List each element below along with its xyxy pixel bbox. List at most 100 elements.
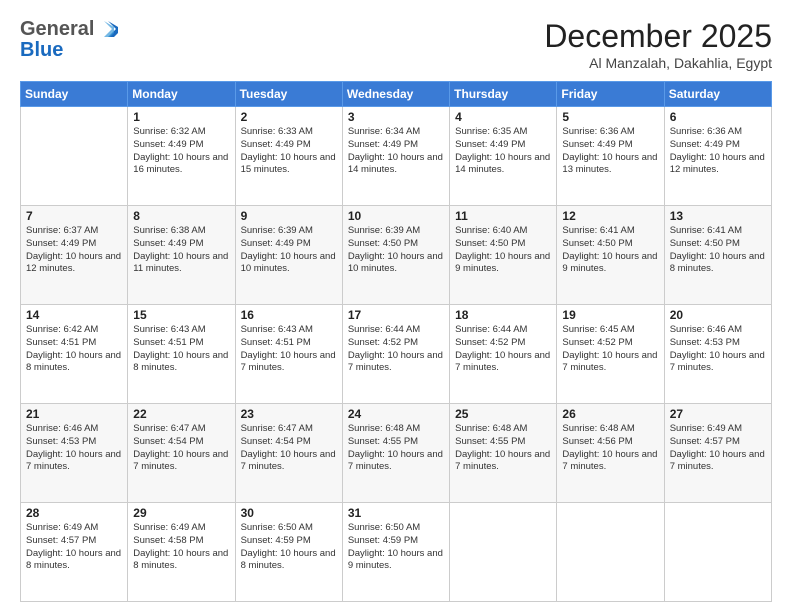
day-cell: 20 Sunrise: 6:46 AM Sunset: 4:53 PM Dayli…	[664, 305, 771, 404]
day-cell: 26Sunrise: 6:48 AM Sunset: 4:56 PM Dayli…	[557, 404, 664, 503]
day-cell: 6 Sunrise: 6:36 AM Sunset: 4:49 PM Daylig…	[664, 107, 771, 206]
day-info: Sunrise: 6:36 AM Sunset: 4:49 PM Dayligh…	[670, 126, 766, 177]
weekday-wednesday: Wednesday	[342, 82, 449, 107]
day-cell: 3Sunrise: 6:34 AM Sunset: 4:49 PM Daylig…	[342, 107, 449, 206]
day-cell	[557, 503, 664, 602]
day-number: 22	[133, 407, 229, 421]
day-cell: 15 Sunrise: 6:43 AM Sunset: 4:51 PM Dayli…	[128, 305, 235, 404]
day-cell: 13 Sunrise: 6:41 AM Sunset: 4:50 PM Dayli…	[664, 206, 771, 305]
weekday-thursday: Thursday	[450, 82, 557, 107]
day-cell: 14Sunrise: 6:42 AM Sunset: 4:51 PM Dayli…	[21, 305, 128, 404]
day-cell: 19 Sunrise: 6:45 AM Sunset: 4:52 PM Dayli…	[557, 305, 664, 404]
day-number: 21	[26, 407, 122, 421]
day-info: Sunrise: 6:47 AM Sunset: 4:54 PM Dayligh…	[133, 423, 229, 474]
calendar-table: SundayMondayTuesdayWednesdayThursdayFrid…	[20, 81, 772, 602]
day-number: 26	[562, 407, 658, 421]
header: General Blue December 2025 Al Manzalah, …	[20, 18, 772, 71]
day-number: 8	[133, 209, 229, 223]
day-cell: 1 Sunrise: 6:32 AM Sunset: 4:49 PM Daylig…	[128, 107, 235, 206]
day-info: Sunrise: 6:45 AM Sunset: 4:52 PM Dayligh…	[562, 324, 658, 375]
logo-blue: Blue	[20, 39, 63, 62]
day-number: 1	[133, 110, 229, 124]
day-cell: 25Sunrise: 6:48 AM Sunset: 4:55 PM Dayli…	[450, 404, 557, 503]
day-info: Sunrise: 6:33 AM Sunset: 4:49 PM Dayligh…	[241, 126, 337, 177]
day-info: Sunrise: 6:46 AM Sunset: 4:53 PM Dayligh…	[26, 423, 122, 474]
week-row-3: 14Sunrise: 6:42 AM Sunset: 4:51 PM Dayli…	[21, 305, 772, 404]
day-cell: 21 Sunrise: 6:46 AM Sunset: 4:53 PM Dayli…	[21, 404, 128, 503]
day-number: 15	[133, 308, 229, 322]
day-number: 16	[241, 308, 337, 322]
day-number: 4	[455, 110, 551, 124]
day-cell: 24 Sunrise: 6:48 AM Sunset: 4:55 PM Dayli…	[342, 404, 449, 503]
day-cell: 16 Sunrise: 6:43 AM Sunset: 4:51 PM Dayli…	[235, 305, 342, 404]
day-cell: 2 Sunrise: 6:33 AM Sunset: 4:49 PM Daylig…	[235, 107, 342, 206]
day-cell: 31Sunrise: 6:50 AM Sunset: 4:59 PM Dayli…	[342, 503, 449, 602]
day-number: 12	[562, 209, 658, 223]
logo-general: General	[20, 18, 94, 41]
page: General Blue December 2025 Al Manzalah, …	[0, 0, 792, 612]
day-info: Sunrise: 6:41 AM Sunset: 4:50 PM Dayligh…	[562, 225, 658, 276]
day-cell: 29Sunrise: 6:49 AM Sunset: 4:58 PM Dayli…	[128, 503, 235, 602]
day-cell: 22 Sunrise: 6:47 AM Sunset: 4:54 PM Dayli…	[128, 404, 235, 503]
day-cell: 4 Sunrise: 6:35 AM Sunset: 4:49 PM Daylig…	[450, 107, 557, 206]
day-cell: 5 Sunrise: 6:36 AM Sunset: 4:49 PM Daylig…	[557, 107, 664, 206]
day-info: Sunrise: 6:32 AM Sunset: 4:49 PM Dayligh…	[133, 126, 229, 177]
weekday-monday: Monday	[128, 82, 235, 107]
day-info: Sunrise: 6:47 AM Sunset: 4:54 PM Dayligh…	[241, 423, 337, 474]
day-cell: 8Sunrise: 6:38 AM Sunset: 4:49 PM Daylig…	[128, 206, 235, 305]
day-cell: 9Sunrise: 6:39 AM Sunset: 4:49 PM Daylig…	[235, 206, 342, 305]
day-info: Sunrise: 6:36 AM Sunset: 4:49 PM Dayligh…	[562, 126, 658, 177]
day-info: Sunrise: 6:44 AM Sunset: 4:52 PM Dayligh…	[348, 324, 444, 375]
month-title: December 2025	[544, 18, 772, 55]
day-number: 24	[348, 407, 444, 421]
day-cell: 11 Sunrise: 6:40 AM Sunset: 4:50 PM Dayli…	[450, 206, 557, 305]
day-cell: 18 Sunrise: 6:44 AM Sunset: 4:52 PM Dayli…	[450, 305, 557, 404]
day-number: 20	[670, 308, 766, 322]
day-info: Sunrise: 6:44 AM Sunset: 4:52 PM Dayligh…	[455, 324, 551, 375]
day-number: 23	[241, 407, 337, 421]
day-number: 28	[26, 506, 122, 520]
location: Al Manzalah, Dakahlia, Egypt	[544, 55, 772, 71]
day-info: Sunrise: 6:43 AM Sunset: 4:51 PM Dayligh…	[241, 324, 337, 375]
day-number: 19	[562, 308, 658, 322]
day-number: 18	[455, 308, 551, 322]
day-info: Sunrise: 6:46 AM Sunset: 4:53 PM Dayligh…	[670, 324, 766, 375]
day-number: 6	[670, 110, 766, 124]
day-info: Sunrise: 6:39 AM Sunset: 4:50 PM Dayligh…	[348, 225, 444, 276]
day-number: 29	[133, 506, 229, 520]
day-info: Sunrise: 6:40 AM Sunset: 4:50 PM Dayligh…	[455, 225, 551, 276]
weekday-saturday: Saturday	[664, 82, 771, 107]
weekday-tuesday: Tuesday	[235, 82, 342, 107]
week-row-4: 21 Sunrise: 6:46 AM Sunset: 4:53 PM Dayli…	[21, 404, 772, 503]
day-cell: 12 Sunrise: 6:41 AM Sunset: 4:50 PM Dayli…	[557, 206, 664, 305]
day-info: Sunrise: 6:48 AM Sunset: 4:55 PM Dayligh…	[348, 423, 444, 474]
day-number: 2	[241, 110, 337, 124]
day-cell	[21, 107, 128, 206]
day-cell: 7Sunrise: 6:37 AM Sunset: 4:49 PM Daylig…	[21, 206, 128, 305]
weekday-friday: Friday	[557, 82, 664, 107]
weekday-sunday: Sunday	[21, 82, 128, 107]
day-info: Sunrise: 6:50 AM Sunset: 4:59 PM Dayligh…	[348, 522, 444, 573]
day-number: 10	[348, 209, 444, 223]
day-number: 25	[455, 407, 551, 421]
day-number: 9	[241, 209, 337, 223]
week-row-2: 7Sunrise: 6:37 AM Sunset: 4:49 PM Daylig…	[21, 206, 772, 305]
day-cell: 23 Sunrise: 6:47 AM Sunset: 4:54 PM Dayli…	[235, 404, 342, 503]
day-number: 13	[670, 209, 766, 223]
day-info: Sunrise: 6:34 AM Sunset: 4:49 PM Dayligh…	[348, 126, 444, 177]
day-cell: 10 Sunrise: 6:39 AM Sunset: 4:50 PM Dayli…	[342, 206, 449, 305]
day-number: 5	[562, 110, 658, 124]
weekday-header-row: SundayMondayTuesdayWednesdayThursdayFrid…	[21, 82, 772, 107]
day-number: 11	[455, 209, 551, 223]
day-info: Sunrise: 6:49 AM Sunset: 4:57 PM Dayligh…	[670, 423, 766, 474]
day-info: Sunrise: 6:43 AM Sunset: 4:51 PM Dayligh…	[133, 324, 229, 375]
week-row-5: 28 Sunrise: 6:49 AM Sunset: 4:57 PM Dayli…	[21, 503, 772, 602]
day-cell: 30Sunrise: 6:50 AM Sunset: 4:59 PM Dayli…	[235, 503, 342, 602]
day-cell	[664, 503, 771, 602]
day-info: Sunrise: 6:35 AM Sunset: 4:49 PM Dayligh…	[455, 126, 551, 177]
day-info: Sunrise: 6:41 AM Sunset: 4:50 PM Dayligh…	[670, 225, 766, 276]
day-info: Sunrise: 6:49 AM Sunset: 4:57 PM Dayligh…	[26, 522, 122, 573]
day-number: 27	[670, 407, 766, 421]
day-info: Sunrise: 6:50 AM Sunset: 4:59 PM Dayligh…	[241, 522, 337, 573]
day-info: Sunrise: 6:37 AM Sunset: 4:49 PM Dayligh…	[26, 225, 122, 276]
